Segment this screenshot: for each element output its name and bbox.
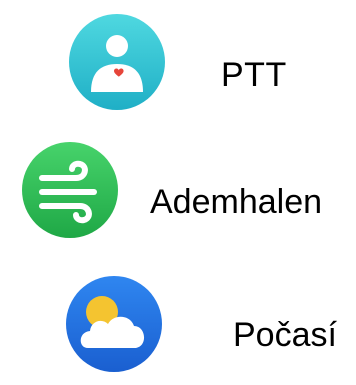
app-label-pocasi: Počasí: [233, 316, 337, 354]
app-label-ademhalen: Ademhalen: [150, 183, 323, 221]
weather-sun-cloud-icon[interactable]: [66, 276, 162, 372]
app-item-ademhalen[interactable]: Ademhalen: [0, 128, 356, 238]
ptt-body-heart-icon[interactable]: [69, 14, 165, 110]
app-label-ptt: PTT: [221, 56, 287, 94]
app-item-pocasi[interactable]: Počasí: [0, 262, 356, 372]
app-item-ptt[interactable]: PTT: [0, 0, 356, 110]
breathe-wind-icon[interactable]: [22, 142, 118, 238]
